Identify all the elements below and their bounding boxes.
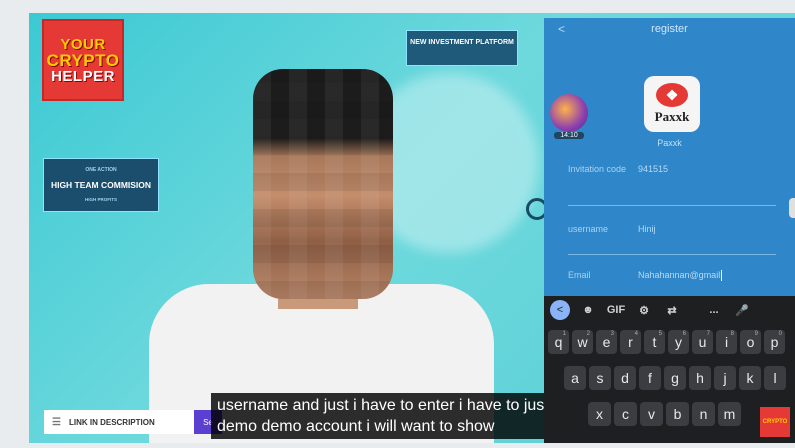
key-q[interactable]: q1 <box>548 330 569 354</box>
more-options-icon[interactable]: ... <box>700 304 728 316</box>
phone-screen: < register 14:10 ❖ Paxxk Paxxk Invitatio… <box>544 18 795 443</box>
keyboard-row-3: xcvbnm <box>588 402 744 428</box>
key-h[interactable]: h <box>689 366 711 390</box>
key-y[interactable]: y6 <box>668 330 689 354</box>
key-number-hint: 2 <box>586 331 590 337</box>
text-caret <box>721 270 723 282</box>
field-underline <box>568 254 776 255</box>
key-number-hint: 3 <box>610 331 614 337</box>
key-number-hint: 6 <box>682 331 686 337</box>
key-number-hint: 4 <box>634 331 638 337</box>
logo-line-3: HELPER <box>51 67 115 85</box>
key-v[interactable]: v <box>640 402 663 426</box>
key-number-hint: 0 <box>778 331 782 337</box>
keyboard-row-2: asdfghjkl <box>564 366 789 392</box>
app-logo: ❖ Paxxk <box>644 76 700 132</box>
gif-button[interactable]: GIF <box>602 304 630 316</box>
app-logo-word: Paxxk <box>654 109 690 124</box>
key-n[interactable]: n <box>692 402 715 426</box>
key-label: e <box>602 334 611 350</box>
register-screen: < register 14:10 ❖ Paxxk Paxxk Invitatio… <box>544 18 795 296</box>
key-label: q <box>554 334 563 350</box>
pixelation-overlay <box>253 69 393 299</box>
key-d[interactable]: d <box>614 366 636 390</box>
key-label: t <box>652 334 657 350</box>
keyboard-toolbar: < ☻ GIF ⚙ ⇄ ... 🎤 <box>544 296 795 324</box>
key-o[interactable]: o9 <box>740 330 761 354</box>
key-l[interactable]: l <box>764 366 786 390</box>
key-k[interactable]: k <box>739 366 761 390</box>
key-w[interactable]: w2 <box>572 330 593 354</box>
field-label: Email <box>568 270 591 280</box>
presenter <box>133 39 494 443</box>
key-c[interactable]: c <box>614 402 637 426</box>
invitation-code-input[interactable]: 941515 <box>638 164 668 174</box>
key-label: u <box>698 334 707 350</box>
key-label: y <box>675 334 682 350</box>
logo-line-1: YOUR <box>60 35 106 53</box>
key-g[interactable]: g <box>664 366 686 390</box>
key-j[interactable]: j <box>714 366 736 390</box>
investment-platform-badge: NEW INVESTMENT PLATFORM <box>406 30 518 66</box>
key-x[interactable]: x <box>588 402 611 426</box>
keyboard-row-1: q1w2e3r4t5y6u7i8o9p0 <box>548 330 788 356</box>
field-label: username <box>568 224 609 234</box>
key-label: o <box>746 334 755 350</box>
link-in-description-bar: ☰ LINK IN DESCRIPTION <box>44 410 194 434</box>
mic-icon[interactable]: 🎤 <box>728 304 756 317</box>
key-number-hint: 1 <box>562 331 566 337</box>
key-p[interactable]: p0 <box>764 330 785 354</box>
logo-line-2: CRYPTO <box>46 50 120 70</box>
key-number-hint: 5 <box>658 331 662 337</box>
field-label: Invitation code <box>568 164 627 174</box>
floating-avatar[interactable] <box>550 94 588 132</box>
key-number-hint: 8 <box>730 331 734 337</box>
key-t[interactable]: t5 <box>644 330 665 354</box>
description-label: LINK IN DESCRIPTION <box>68 417 155 427</box>
menu-lines-icon: ☰ <box>52 416 61 428</box>
key-number-hint: 9 <box>754 331 758 337</box>
sticker-icon[interactable]: ☻ <box>574 304 602 316</box>
key-e[interactable]: e3 <box>596 330 617 354</box>
key-label: p <box>770 334 779 350</box>
key-b[interactable]: b <box>666 402 689 426</box>
username-input[interactable]: Hinij <box>638 224 656 234</box>
translate-icon[interactable]: ⇄ <box>658 304 686 317</box>
key-label: r <box>628 334 633 350</box>
key-label: i <box>724 334 729 350</box>
field-underline <box>568 205 776 206</box>
key-a[interactable]: a <box>564 366 586 390</box>
key-r[interactable]: r4 <box>620 330 641 354</box>
key-i[interactable]: i8 <box>716 330 737 354</box>
email-value: Nahahannan@gmail <box>638 270 721 280</box>
channel-logo: YOUR CRYPTO HELPER <box>42 19 124 101</box>
register-title: register <box>651 23 688 35</box>
keyboard-collapse-icon[interactable]: < <box>550 300 570 320</box>
key-s[interactable]: s <box>589 366 611 390</box>
key-u[interactable]: u7 <box>692 330 713 354</box>
app-name: Paxxk <box>657 138 682 148</box>
side-scroll-handle[interactable] <box>789 198 795 218</box>
on-screen-keyboard: < ☻ GIF ⚙ ⇄ ... 🎤 q1w2e3r4t5y6u7i8o9p0 a… <box>544 296 795 443</box>
key-m[interactable]: m <box>718 402 741 426</box>
email-input[interactable]: Nahahannan@gmail <box>638 270 723 282</box>
paxxk-logo-icon: ❖ <box>656 83 688 107</box>
key-number-hint: 7 <box>706 331 710 337</box>
key-f[interactable]: f <box>639 366 661 390</box>
channel-watermark-logo: CRYPTO <box>760 407 790 437</box>
gear-icon[interactable]: ⚙ <box>630 304 658 317</box>
